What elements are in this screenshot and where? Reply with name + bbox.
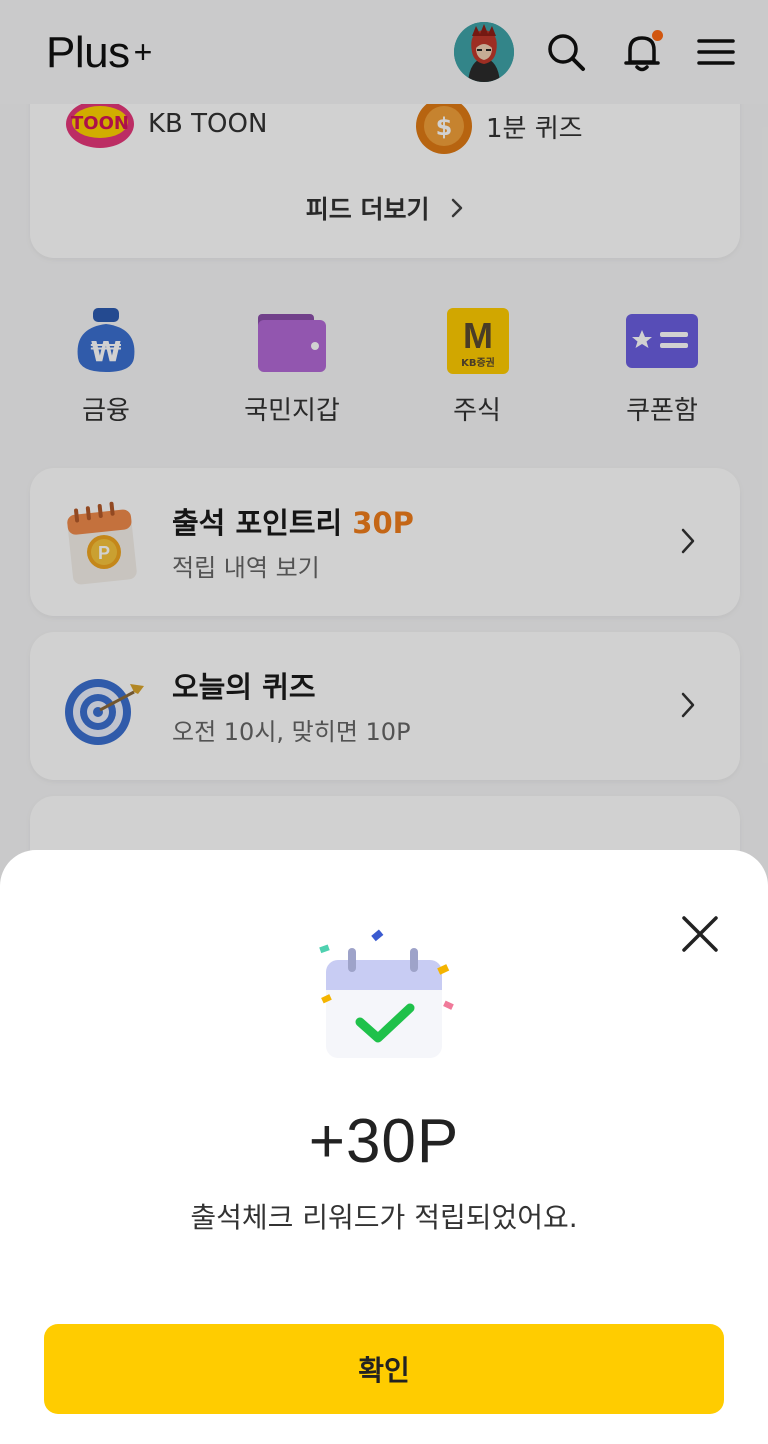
reward-points: +30P: [308, 1107, 460, 1176]
reward-bottom-sheet: +30P 출석체크 리워드가 적립되었어요. 확인: [0, 850, 768, 1444]
confirm-button[interactable]: 확인: [44, 1324, 724, 1414]
calendar-check-icon: [300, 924, 470, 1074]
close-icon[interactable]: [678, 912, 722, 956]
reward-message: 출석체크 리워드가 적립되었어요.: [190, 1201, 578, 1234]
